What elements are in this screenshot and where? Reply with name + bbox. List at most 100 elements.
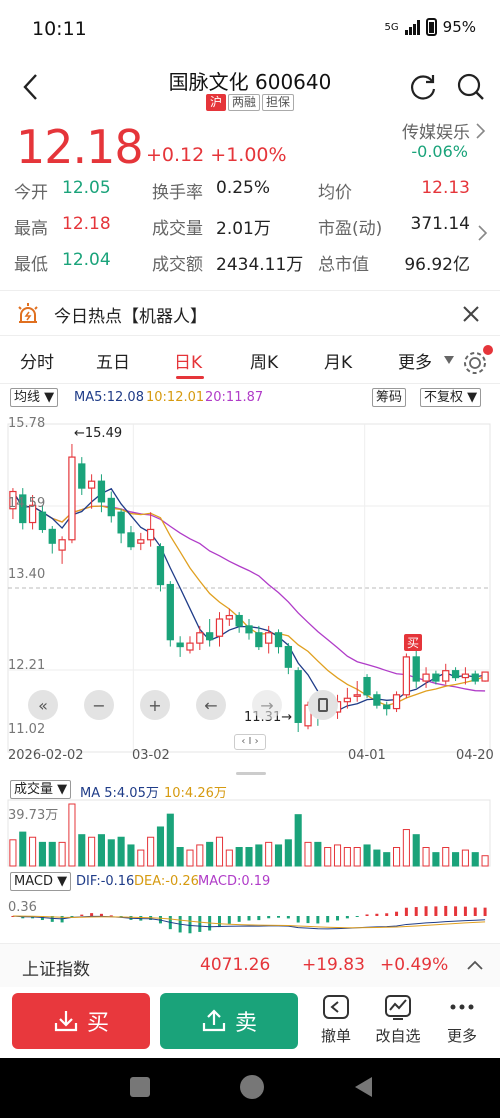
tab-monthly-k[interactable]: 月K — [324, 348, 352, 373]
volume-bar — [225, 849, 233, 867]
tab-more[interactable]: 更多 — [398, 348, 432, 373]
candle-body — [383, 704, 391, 710]
macd-dea: DEA:-0.26 — [134, 874, 199, 889]
candle-body — [156, 546, 165, 586]
candle-body — [451, 670, 460, 679]
network-indicator: 5G — [384, 21, 399, 33]
cancel-order-button[interactable]: 撤单 — [306, 993, 366, 1046]
volume-bar — [284, 839, 292, 867]
macd-select[interactable]: MACD ▼ — [10, 872, 72, 891]
market-index-bar[interactable]: 上证指数 4071.26 +19.83 +0.49% — [0, 943, 500, 987]
macd-bar — [395, 911, 399, 916]
plus-icon: + — [148, 695, 162, 715]
candle-body — [38, 511, 47, 531]
close-icon[interactable] — [462, 305, 480, 323]
sector-chevron-icon[interactable] — [474, 122, 486, 140]
macd-bar — [326, 916, 330, 923]
more-actions-button[interactable]: 更多 — [432, 993, 492, 1046]
kline-chart-area[interactable]: 均线 ▼ MA5:12.08 10:12.01 20:11.87 筹码 不复权 … — [0, 383, 500, 943]
sell-button[interactable]: 卖 — [160, 993, 298, 1049]
volume-bar — [215, 836, 224, 867]
candle-body — [343, 697, 352, 703]
candle-body — [225, 614, 233, 620]
chevron-up-icon[interactable] — [466, 958, 484, 972]
tab-intraday[interactable]: 分时 — [20, 348, 54, 373]
macd-bar — [90, 913, 94, 916]
volume-bar — [137, 849, 145, 867]
buy-signal-marker: 买 — [404, 634, 423, 651]
candlestick-chart[interactable] — [0, 414, 500, 754]
y-label-2: 14.59 — [8, 496, 46, 511]
price-change-value: +0.12 — [146, 144, 205, 166]
tab-five-day[interactable]: 五日 — [96, 348, 130, 373]
sector-change: -0.06% — [411, 142, 468, 161]
stats-expand-chevron-icon[interactable] — [476, 224, 488, 242]
volume-bar — [38, 841, 46, 867]
indicator-select[interactable]: 均线 ▼ — [10, 388, 59, 407]
volume-bar — [274, 844, 283, 867]
macd-bar — [454, 906, 458, 916]
stat-label-open: 今开 — [14, 183, 48, 203]
stats-row: 今开 12.05 换手率 0.25% 均价 12.13 — [0, 178, 500, 212]
current-price: 12.18 — [16, 120, 144, 174]
volume-bar — [383, 852, 391, 867]
macd-bar — [424, 906, 428, 916]
buy-button[interactable]: 买 — [12, 993, 150, 1049]
tag-collateral: 担保 — [262, 94, 295, 111]
volume-bar — [481, 855, 489, 867]
fullscreen-button[interactable] — [308, 690, 338, 720]
macd-chart[interactable] — [0, 894, 500, 944]
stat-value-turnover: 0.25% — [216, 178, 271, 198]
volume-bar — [19, 831, 27, 867]
volume-chart[interactable] — [0, 798, 500, 868]
scroll-start-button[interactable]: « — [28, 690, 58, 720]
recents-icon[interactable] — [130, 1077, 150, 1097]
more-dropdown-icon[interactable] — [443, 355, 455, 365]
macd-bar — [345, 916, 349, 919]
volume-bar — [186, 849, 194, 867]
volume-bar — [432, 852, 440, 867]
volume-bar — [265, 841, 273, 867]
zoom-out-button[interactable]: − — [84, 690, 114, 720]
search-icon[interactable] — [456, 72, 486, 102]
volume-bar — [324, 847, 332, 867]
volume-bar — [402, 829, 410, 867]
adjust-select[interactable]: 不复权 ▼ — [420, 388, 482, 407]
refresh-icon[interactable] — [408, 72, 438, 102]
macd-select-label: MACD — [14, 874, 53, 889]
volume-bar — [393, 847, 401, 867]
volume-bar — [235, 847, 243, 867]
scroll-right-button[interactable]: → — [252, 690, 282, 720]
home-icon[interactable] — [240, 1075, 264, 1099]
edit-watchlist-button[interactable]: 改自选 — [368, 993, 428, 1046]
scroll-left-button[interactable]: ← — [196, 690, 226, 720]
volume-bar — [97, 834, 105, 867]
crosshair-drag-handle[interactable]: ‹ I › — [234, 734, 266, 750]
adjust-select-label: 不复权 — [424, 390, 464, 405]
stat-label-volume: 成交量 — [152, 219, 203, 239]
zoom-in-button[interactable]: + — [140, 690, 170, 720]
macd-bar — [404, 907, 408, 916]
panel-resize-handle[interactable] — [236, 772, 266, 775]
volume-bar — [255, 844, 263, 867]
tab-daily-k[interactable]: 日K — [174, 348, 202, 373]
volume-bar — [68, 803, 76, 867]
index-change: +19.83 — [302, 955, 365, 975]
candle-body — [97, 480, 106, 503]
volume-bar — [127, 844, 135, 867]
volume-select[interactable]: 成交量 ▼ — [10, 780, 72, 799]
candle-body — [137, 539, 145, 544]
y-label-4: 12.21 — [8, 658, 46, 673]
macd-bar — [414, 907, 418, 916]
tab-weekly-k[interactable]: 周K — [250, 348, 278, 373]
volume-bar — [117, 836, 125, 867]
sector-name[interactable]: 传媒娱乐 — [402, 118, 470, 143]
chips-button[interactable]: 筹码 — [372, 388, 407, 407]
back-icon[interactable] — [352, 1075, 374, 1099]
ma5-legend: MA5:12.08 — [74, 390, 144, 405]
stat-value-volume: 2.01万 — [216, 219, 271, 239]
volume-bar — [294, 814, 302, 867]
volume-bar — [58, 841, 66, 867]
hot-topic-banner[interactable]: 今日热点【机器人】 — [0, 290, 500, 336]
tag-exchange: 沪 — [205, 94, 226, 111]
